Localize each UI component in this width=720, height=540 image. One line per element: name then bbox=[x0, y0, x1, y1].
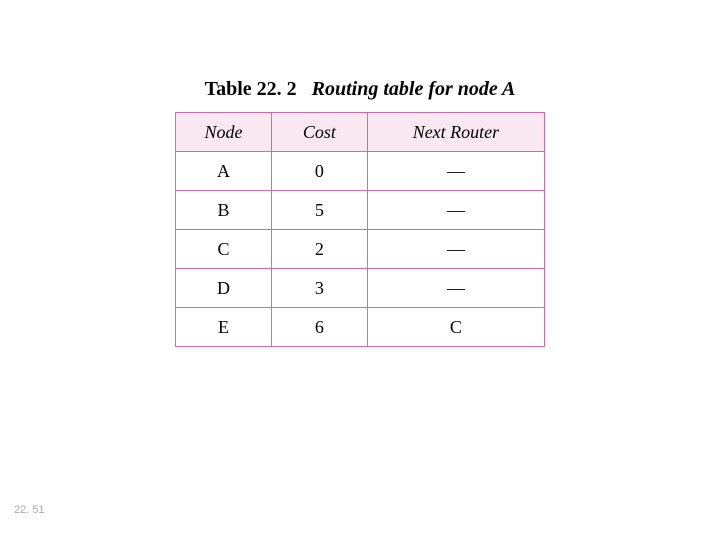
table-row: E 6 C bbox=[176, 308, 545, 347]
table-number: Table 22. 2 bbox=[205, 78, 297, 100]
cell-node: D bbox=[176, 269, 272, 308]
routing-table-container: Node Cost Next Router A 0 — B 5 — C 2 — bbox=[175, 112, 545, 347]
cell-next-router: — bbox=[367, 230, 544, 269]
table-title: Routing table for node A bbox=[312, 78, 516, 100]
cell-next-router: C bbox=[367, 308, 544, 347]
cell-cost: 0 bbox=[271, 152, 367, 191]
table-row: A 0 — bbox=[176, 152, 545, 191]
cell-cost: 2 bbox=[271, 230, 367, 269]
table-caption: Table 22. 2 Routing table for node A bbox=[0, 78, 720, 101]
table-row: D 3 — bbox=[176, 269, 545, 308]
col-header-node: Node bbox=[176, 113, 272, 152]
table-header-row: Node Cost Next Router bbox=[176, 113, 545, 152]
cell-next-router: — bbox=[367, 269, 544, 308]
cell-node: C bbox=[176, 230, 272, 269]
col-header-next-router: Next Router bbox=[367, 113, 544, 152]
table-row: C 2 — bbox=[176, 230, 545, 269]
cell-node: B bbox=[176, 191, 272, 230]
cell-cost: 3 bbox=[271, 269, 367, 308]
cell-next-router: — bbox=[367, 191, 544, 230]
cell-next-router: — bbox=[367, 152, 544, 191]
table-row: B 5 — bbox=[176, 191, 545, 230]
cell-cost: 5 bbox=[271, 191, 367, 230]
routing-table: Node Cost Next Router A 0 — B 5 — C 2 — bbox=[175, 112, 545, 347]
cell-cost: 6 bbox=[271, 308, 367, 347]
col-header-cost: Cost bbox=[271, 113, 367, 152]
cell-node: A bbox=[176, 152, 272, 191]
cell-node: E bbox=[176, 308, 272, 347]
page-number: 22. 51 bbox=[14, 504, 45, 516]
